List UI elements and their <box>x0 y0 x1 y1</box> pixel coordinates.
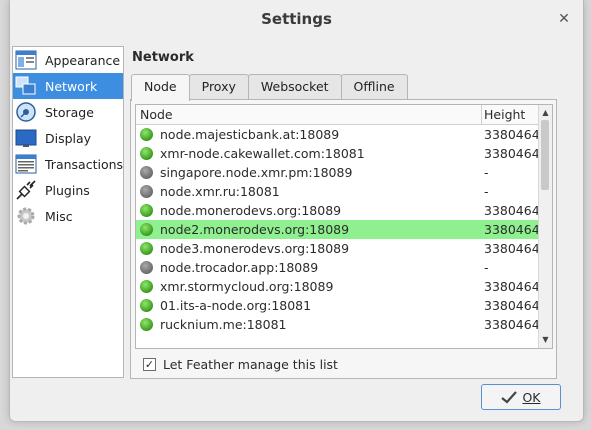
tab-node[interactable]: Node <box>131 74 190 101</box>
node-height: 3380464 <box>484 317 540 332</box>
scrollbar-thumb[interactable] <box>541 120 549 190</box>
table-body: node.majesticbank.at:18089 3380464 xmr-nod… <box>136 125 552 334</box>
table-row[interactable]: rucknium.me:18081 3380464 <box>136 315 552 334</box>
tab-proxy[interactable]: Proxy <box>188 74 249 99</box>
window-title: Settings <box>261 10 332 28</box>
node-height: - <box>484 165 489 180</box>
sidebar-item-display[interactable]: Display <box>13 125 123 151</box>
table-row[interactable]: node3.monerodevs.org:18089 3380464 <box>136 239 552 258</box>
appearance-icon <box>15 50 37 70</box>
sidebar-item-label: Misc <box>45 208 73 224</box>
status-dot-icon <box>140 318 153 331</box>
sidebar-item-label: Transactions <box>45 156 124 172</box>
sidebar-item-label: Plugins <box>45 182 90 198</box>
sidebar-item-label: Storage <box>45 104 94 120</box>
node-address: 01.its-a-node.org:18081 <box>160 298 312 313</box>
node-address: xmr-node.cakewallet.com:18081 <box>160 146 365 161</box>
ok-button[interactable]: OK <box>481 384 561 410</box>
settings-sidebar: Appearance Network Storage Display Trans… <box>12 46 124 378</box>
node-address: node.majesticbank.at:18089 <box>160 127 340 142</box>
table-row[interactable]: xmr-node.cakewallet.com:18081 3380464 <box>136 144 552 163</box>
status-dot-icon <box>140 280 153 293</box>
sidebar-item-transactions[interactable]: Transactions <box>13 151 123 177</box>
gear-icon <box>17 207 35 225</box>
node-height: 3380464 <box>484 203 540 218</box>
table-row[interactable]: 01.its-a-node.org:18081 3380464 <box>136 296 552 315</box>
sidebar-item-storage[interactable]: Storage <box>13 99 123 125</box>
scroll-up-arrow-icon[interactable]: ▲ <box>539 107 552 119</box>
sidebar-item-appearance[interactable]: Appearance <box>13 47 123 73</box>
node-height: 3380464 <box>484 222 540 237</box>
transactions-icon <box>15 154 37 174</box>
node-height: 3380464 <box>484 241 540 256</box>
table-row[interactable]: singapore.node.xmr.pm:18089 - <box>136 163 552 182</box>
status-dot-icon <box>140 147 153 160</box>
table-row[interactable]: xmr.stormycloud.org:18089 3380464 <box>136 277 552 296</box>
node-height: - <box>484 184 489 199</box>
table-row[interactable]: node.xmr.ru:18081 - <box>136 182 552 201</box>
node-address: node.monerodevs.org:18089 <box>160 203 342 218</box>
status-dot-icon <box>140 204 153 217</box>
checkmark-icon <box>501 391 518 404</box>
ok-button-label: OK <box>522 389 541 405</box>
title-bar: Settings ✕ <box>10 0 583 38</box>
status-dot-icon <box>140 128 153 141</box>
table-row[interactable]: node.trocador.app:18089 - <box>136 258 552 277</box>
table-header: Node Height <box>136 105 552 125</box>
sidebar-item-plugins[interactable]: Plugins <box>13 177 123 203</box>
manage-list-option[interactable]: ✓ Let Feather manage this list <box>143 357 338 372</box>
status-dot-icon <box>140 261 153 274</box>
node-height: - <box>484 260 489 275</box>
node-height: 3380464 <box>484 279 540 294</box>
manage-list-checkbox[interactable]: ✓ <box>143 358 156 371</box>
sidebar-item-misc[interactable]: Misc <box>13 203 123 229</box>
node-address: rucknium.me:18081 <box>160 317 287 332</box>
manage-list-label: Let Feather manage this list <box>163 357 338 372</box>
storage-icon <box>16 102 36 122</box>
node-column-header[interactable]: Node <box>140 107 173 122</box>
node-address: node2.monerodevs.org:18089 <box>160 222 350 237</box>
node-height: 3380464 <box>484 146 540 161</box>
status-dot-icon <box>140 242 153 255</box>
sidebar-item-network[interactable]: Network <box>13 73 123 99</box>
status-dot-icon <box>140 166 153 179</box>
table-row[interactable]: node.majesticbank.at:18089 3380464 <box>136 125 552 144</box>
status-dot-icon <box>140 223 153 236</box>
table-row[interactable]: node.monerodevs.org:18089 3380464 <box>136 201 552 220</box>
tab-offline[interactable]: Offline <box>340 74 408 99</box>
scroll-down-arrow-icon[interactable]: ▼ <box>539 334 552 346</box>
close-button[interactable]: ✕ <box>557 12 571 26</box>
vertical-scrollbar[interactable]: ▲ ▼ <box>538 105 552 348</box>
node-height: 3380464 <box>484 127 540 142</box>
node-tab-panel: Node Height node.majesticbank.at:18089 33… <box>130 99 557 379</box>
node-address: node.trocador.app:18089 <box>160 260 319 275</box>
display-icon <box>15 129 37 147</box>
status-dot-icon <box>140 299 153 312</box>
node-address: singapore.node.xmr.pm:18089 <box>160 165 353 180</box>
tab-bar: Node Proxy Websocket Offline <box>131 74 408 101</box>
sidebar-item-label: Appearance <box>45 52 121 68</box>
column-divider <box>481 105 482 124</box>
sidebar-item-label: Display <box>45 130 92 146</box>
height-column-header[interactable]: Height <box>484 107 525 122</box>
sidebar-item-label: Network <box>45 78 98 94</box>
status-dot-icon <box>140 185 153 198</box>
node-height: 3380464 <box>484 298 540 313</box>
node-address: node.xmr.ru:18081 <box>160 184 280 199</box>
node-table: Node Height node.majesticbank.at:18089 33… <box>135 104 553 349</box>
network-icon <box>15 76 36 95</box>
plugins-icon <box>16 180 36 200</box>
section-title: Network <box>132 50 194 65</box>
node-address: node3.monerodevs.org:18089 <box>160 241 350 256</box>
node-address: xmr.stormycloud.org:18089 <box>160 279 334 294</box>
table-row[interactable]: node2.monerodevs.org:18089 3380464 <box>136 220 552 239</box>
tab-websocket[interactable]: Websocket <box>247 74 342 99</box>
